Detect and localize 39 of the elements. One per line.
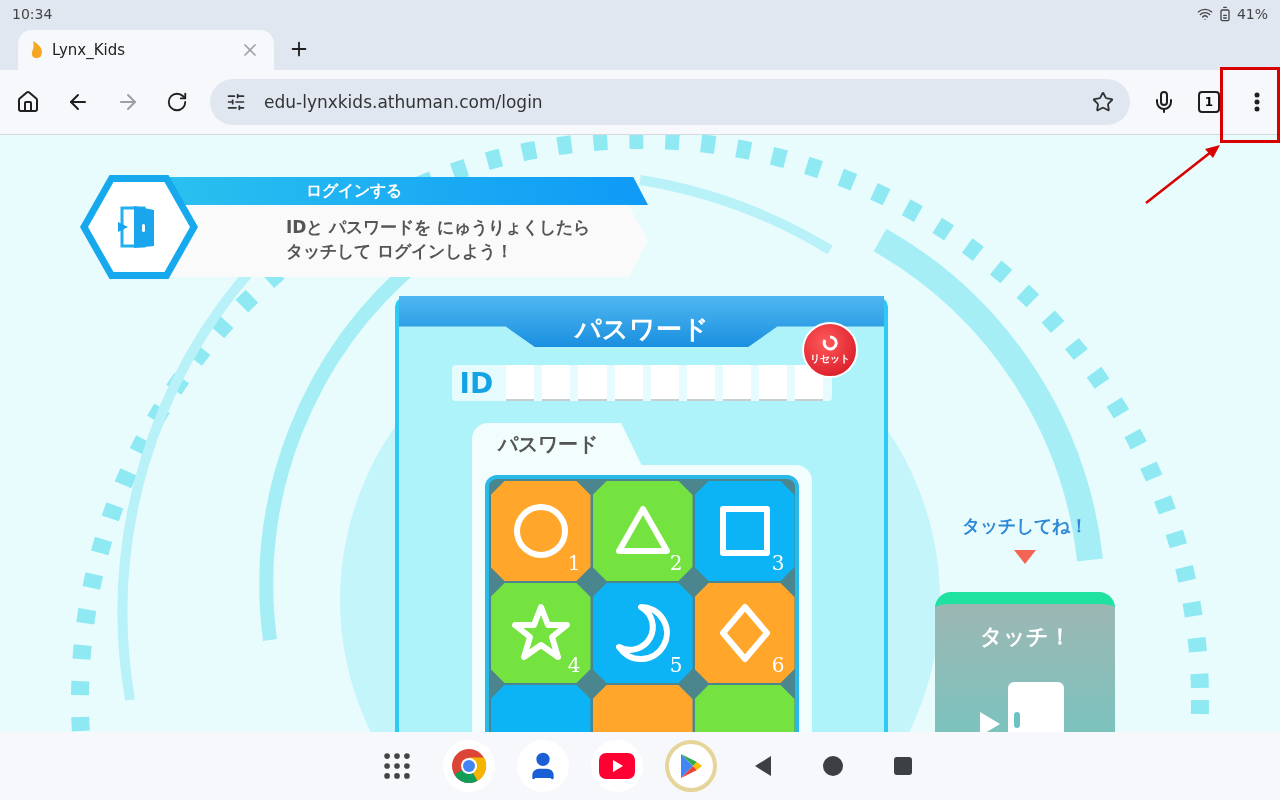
down-pointer-icon — [1014, 550, 1036, 564]
bookmark-star-icon[interactable] — [1092, 91, 1114, 113]
shape-key[interactable]: 4 — [490, 583, 591, 683]
browser-tab[interactable]: Lynx_Kids — [18, 30, 274, 70]
shape-key[interactable]: 3 — [694, 481, 795, 581]
play-store-app-icon[interactable] — [665, 740, 717, 792]
chrome-app-icon[interactable] — [443, 740, 495, 792]
url-text: edu-lynxkids.athuman.com/login — [264, 92, 544, 112]
contacts-app-icon[interactable] — [517, 740, 569, 792]
address-bar[interactable]: edu-lynxkids.athuman.com/login — [210, 79, 1130, 125]
reset-button[interactable]: リセット — [802, 322, 858, 378]
panel-title: パスワード — [574, 313, 709, 346]
home-icon — [16, 90, 40, 114]
recents-square-icon — [894, 757, 912, 775]
touch-hint: タッチしてね！ — [962, 514, 1088, 538]
battery-percent: 41% — [1236, 6, 1268, 22]
video-app-icon[interactable] — [591, 740, 643, 792]
shape-key[interactable]: 1 — [490, 481, 591, 581]
play-triangle-icon — [679, 753, 703, 779]
shape-key[interactable]: 6 — [694, 583, 795, 683]
site-settings-icon[interactable] — [226, 92, 246, 112]
reset-icon — [822, 334, 838, 351]
shape-key[interactable]: 5 — [592, 583, 693, 683]
status-time: 10:34 — [12, 6, 53, 22]
tab-title: Lynx_Kids — [52, 41, 127, 59]
shape-key[interactable]: 2 — [592, 481, 693, 581]
banner-message-line: タッチして ログインしよう！ — [286, 240, 513, 263]
wifi-icon — [1196, 6, 1213, 22]
tab-count-button[interactable]: 1 — [1198, 91, 1220, 113]
id-input-field[interactable]: ID — [451, 365, 832, 401]
chrome-logo-icon — [451, 748, 487, 784]
home-circle-icon — [822, 755, 844, 777]
back-triangle-icon — [753, 755, 773, 777]
reload-icon — [166, 91, 188, 113]
touch-login-button[interactable]: タッチ！ — [935, 592, 1115, 732]
banner-message-line: IDと パスワードを にゅうりょくしたら — [286, 216, 591, 239]
video-play-icon — [599, 753, 635, 779]
menu-icon — [1254, 92, 1260, 112]
password-tab-label: パスワード — [471, 423, 642, 465]
